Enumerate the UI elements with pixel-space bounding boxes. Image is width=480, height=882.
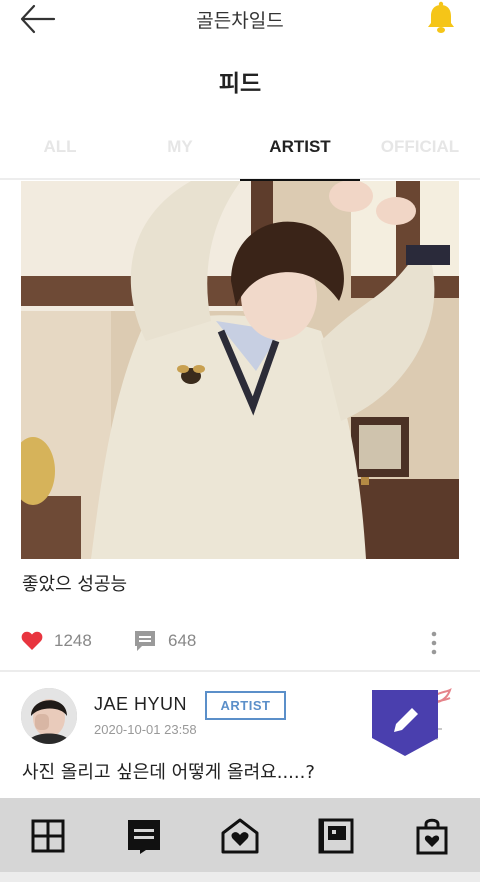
comment-icon bbox=[135, 631, 155, 651]
comment-count: 648 bbox=[168, 631, 197, 650]
tab-my[interactable]: MY bbox=[120, 126, 240, 180]
nav-feed-button[interactable] bbox=[124, 816, 164, 856]
author-name[interactable]: JAE HYUN bbox=[94, 694, 187, 715]
comment-button[interactable] bbox=[134, 630, 156, 652]
grid-icon bbox=[31, 819, 65, 853]
notification-button[interactable] bbox=[424, 1, 458, 35]
nav-album-button[interactable] bbox=[316, 816, 356, 856]
tab-official[interactable]: OFFICIAL bbox=[360, 126, 480, 180]
more-options-button[interactable] bbox=[422, 629, 446, 657]
bottom-navigation bbox=[0, 798, 480, 872]
avatar[interactable] bbox=[21, 688, 77, 744]
nav-grid-button[interactable] bbox=[28, 816, 68, 856]
page-title: 피드 bbox=[218, 71, 262, 97]
more-vertical-icon bbox=[431, 631, 437, 655]
like-count: 1248 bbox=[54, 631, 92, 650]
like-button[interactable] bbox=[21, 631, 43, 651]
post-text: 사진 올리고 싶은데 어떻게 올려요.....? bbox=[22, 762, 315, 783]
pencil-icon bbox=[372, 690, 438, 756]
status-badge: ARTIST bbox=[205, 691, 286, 720]
tab-artist[interactable]: ARTIST bbox=[240, 126, 360, 182]
avatar-image bbox=[21, 688, 77, 744]
post-divider bbox=[0, 670, 480, 672]
feed-tabs: ALL MY ARTIST OFFICIAL bbox=[0, 126, 480, 182]
app-title: 골든차일드 bbox=[196, 10, 284, 32]
shop-bag-icon bbox=[416, 818, 448, 855]
heart-icon bbox=[21, 631, 43, 650]
tab-all[interactable]: ALL bbox=[0, 126, 120, 180]
top-bar: 골든차일드 bbox=[0, 0, 480, 40]
write-post-button[interactable] bbox=[372, 690, 438, 756]
post-timestamp: 2020-10-01 23:58 bbox=[94, 722, 197, 737]
post-photo[interactable] bbox=[21, 181, 459, 559]
bottom-safe-area bbox=[0, 872, 480, 882]
photo-album-icon bbox=[318, 818, 354, 854]
feed-icon bbox=[128, 820, 160, 854]
post-caption: 좋았으 성공능 bbox=[22, 574, 128, 595]
post-photo-graphic bbox=[21, 181, 459, 559]
nav-home-button[interactable] bbox=[220, 816, 260, 856]
home-heart-icon bbox=[221, 818, 259, 854]
nav-shop-button[interactable] bbox=[412, 816, 452, 856]
bell-icon bbox=[428, 1, 454, 33]
post-actions: 1248 648 bbox=[0, 625, 480, 661]
